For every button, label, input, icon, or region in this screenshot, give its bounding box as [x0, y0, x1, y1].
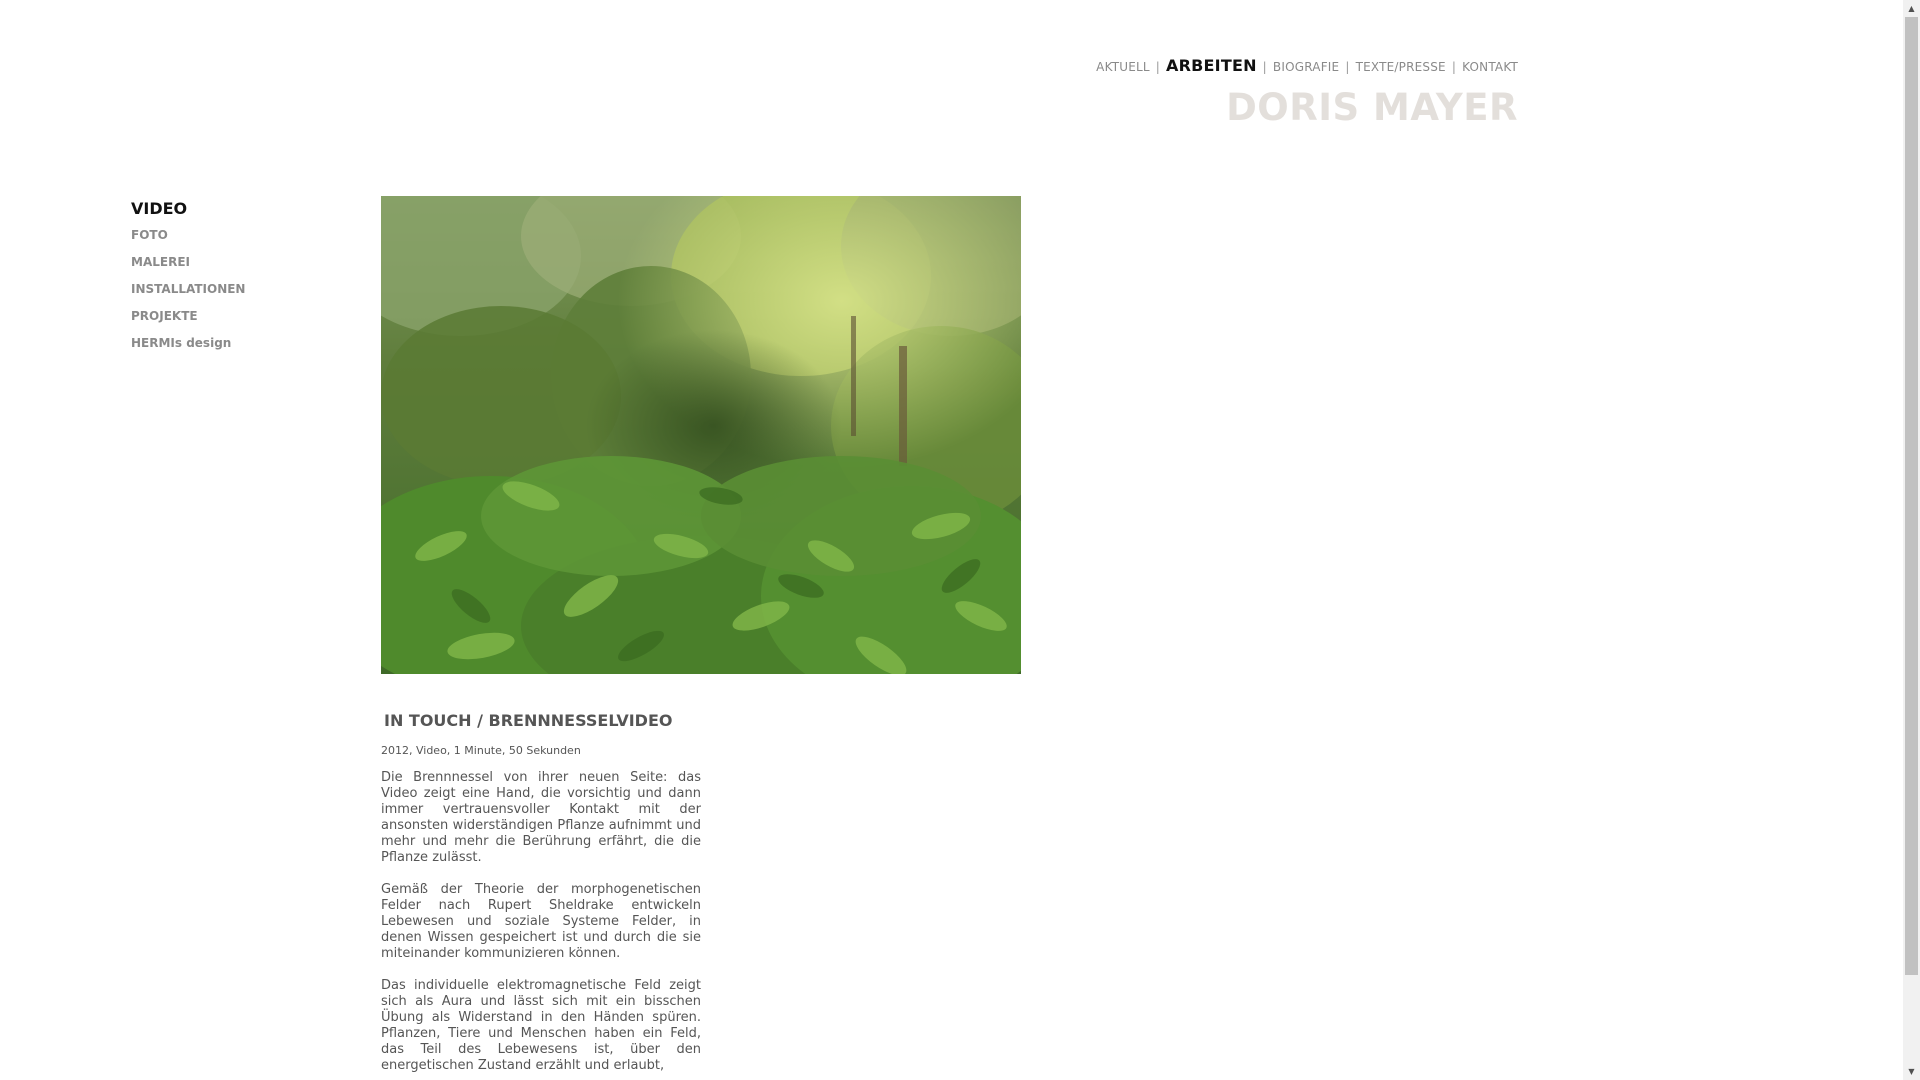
description-paragraph: Gemäß der Theorie der morphogenetischen …: [381, 882, 701, 961]
nav-link-aktuell[interactable]: AKTUELL: [1096, 60, 1150, 74]
top-navigation: AKTUELL | ARBEITEN | BIOGRAFIE | TEXTE/P…: [1096, 56, 1518, 75]
sidebar-item-video[interactable]: VIDEO: [131, 196, 245, 222]
sidebar-item-hermis-design[interactable]: HERMIs design: [131, 330, 245, 357]
scroll-up-arrow-icon[interactable]: ▲: [1903, 0, 1920, 17]
nav-separator: |: [1155, 60, 1161, 74]
nav-link-biografie[interactable]: BIOGRAFIE: [1273, 60, 1339, 74]
nav-link-arbeiten[interactable]: ARBEITEN: [1166, 56, 1257, 75]
sidebar-item-foto[interactable]: FOTO: [131, 222, 245, 249]
description-paragraph: Das individuelle elektromagnetische Feld…: [381, 978, 701, 1073]
sidebar-item-projekte[interactable]: PROJEKTE: [131, 303, 245, 330]
page: AKTUELL | ARBEITEN | BIOGRAFIE | TEXTE/P…: [0, 0, 1920, 1080]
scrollbar-thumb[interactable]: [1905, 17, 1918, 975]
scroll-down-arrow-icon[interactable]: ▼: [1903, 1063, 1920, 1080]
nav-link-texte-presse[interactable]: TEXTE/PRESSE: [1356, 60, 1446, 74]
sidebar-navigation: VIDEO FOTO MALEREI INSTALLATIONEN PROJEK…: [131, 196, 245, 357]
description-paragraph: Die Brennnessel von ihrer neuen Seite: d…: [381, 770, 701, 865]
nav-separator: |: [1451, 60, 1457, 74]
sidebar-item-installationen[interactable]: INSTALLATIONEN: [131, 276, 245, 303]
work-description: Die Brennnessel von ihrer neuen Seite: d…: [381, 770, 701, 1080]
nav-separator: |: [1345, 60, 1350, 74]
nav-link-kontakt[interactable]: KONTAKT: [1462, 60, 1518, 74]
nettle-thicket-image: [381, 196, 1021, 674]
vertical-scrollbar[interactable]: ▲ ▼: [1903, 0, 1920, 1080]
sidebar-item-malerei[interactable]: MALEREI: [131, 249, 245, 276]
work-title: IN TOUCH / BRENNNESSELVIDEO: [384, 711, 673, 730]
nav-separator: |: [1262, 60, 1267, 74]
video-still-image[interactable]: [381, 196, 1021, 674]
work-meta: 2012, Video, 1 Minute, 50 Sekunden: [381, 744, 581, 757]
site-title[interactable]: DORIS MAYER: [1226, 86, 1518, 129]
